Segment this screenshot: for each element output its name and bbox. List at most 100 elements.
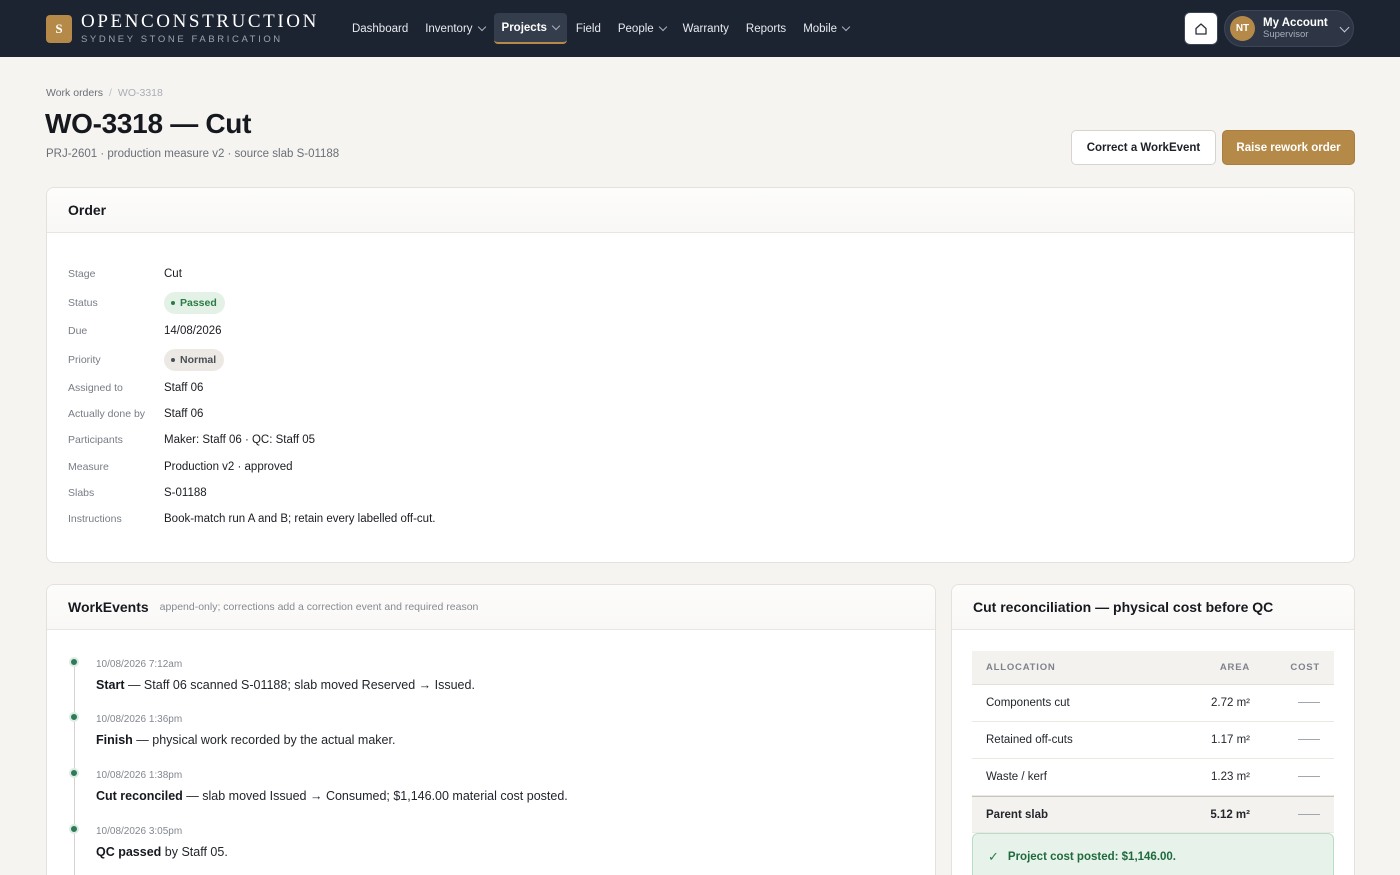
nav-item-label: Projects (501, 21, 547, 34)
workevents-note: append-only; corrections add a correctio… (159, 601, 479, 613)
field-label: Assigned to (68, 382, 123, 394)
field-value: Staff 06 (164, 382, 204, 394)
workevents-card: WorkEvents append-only; corrections add … (46, 584, 936, 875)
status-badge: Passed (164, 292, 225, 314)
brand-subtitle: SYDNEY STONE FABRICATION (81, 34, 283, 46)
dot-icon (171, 301, 175, 305)
cost-posted-notice: ✓ Project cost posted: $1,146.00. (972, 833, 1334, 875)
field-value: Staff 06 (164, 408, 204, 420)
field-value: Production v2 · approved (164, 461, 293, 473)
brand[interactable]: S OPENCONSTRUCTION SYDNEY STONE FABRICAT… (46, 12, 319, 45)
field-stage: Stage Cut (68, 268, 182, 280)
workevent-text: Finish — physical work recorded by the a… (96, 733, 395, 747)
check-icon: ✓ (988, 849, 999, 864)
field-label: Instructions (68, 513, 122, 525)
cost-cell (1250, 697, 1320, 709)
workevent-desc: — physical work recorded by the actual m… (132, 733, 396, 747)
cost-cell (1250, 734, 1320, 746)
timeline-dot-icon (69, 768, 79, 778)
nav-item-label: Dashboard (351, 22, 409, 35)
workevent-name: Cut reconciled (96, 789, 183, 803)
breadcrumb-parent-link[interactable]: Work orders (46, 87, 103, 99)
workevent-desc: by Staff 05. (161, 845, 228, 859)
field-participants: Participants Maker: Staff 06 · QC: Staff… (68, 434, 315, 446)
table-row: Components cut 2.72 m² (972, 685, 1334, 722)
dot-icon (171, 358, 175, 362)
area-cell: 1.17 m² (1211, 734, 1250, 746)
nav-item-field[interactable]: Field (568, 13, 609, 44)
field-label: Priority (68, 354, 101, 366)
cost-cell (1250, 809, 1320, 821)
workevents-title: WorkEvents (68, 599, 149, 615)
column-header-area: AREA (1219, 662, 1250, 673)
top-navigation-bar: S OPENCONSTRUCTION SYDNEY STONE FABRICAT… (0, 0, 1400, 57)
dash-icon (1298, 739, 1320, 741)
field-label: Actually done by (68, 408, 146, 420)
table-row: Retained off-cuts 1.17 m² (972, 722, 1334, 759)
order-card-title: Order (68, 202, 107, 218)
chevron-down-icon (551, 21, 561, 31)
nav-item-inventory[interactable]: Inventory (417, 13, 492, 44)
workevent-text: Start — Staff 06 scanned S-01188; slab m… (96, 678, 475, 692)
home-button[interactable] (1184, 12, 1218, 45)
nav-item-label: Mobile (803, 22, 838, 35)
field-status: Status Passed (68, 292, 225, 314)
breadcrumb-current: WO-3318 (117, 87, 163, 99)
cut-reconciliation-card: Cut reconciliation — physical cost befor… (951, 584, 1355, 875)
area-cell: 2.72 m² (1211, 697, 1250, 709)
workevent-time: 10/08/2026 7:12am (96, 659, 183, 670)
field-label: Stage (68, 268, 96, 280)
dash-icon (1298, 702, 1320, 704)
allocation-cell: Retained off-cuts (986, 734, 1073, 746)
chevron-down-icon (1339, 22, 1350, 32)
workevent-name: Finish (96, 733, 133, 747)
field-label: Measure (68, 461, 109, 473)
page-subtitle: PRJ-2601 · production measure v2 · sourc… (46, 148, 340, 160)
column-header-allocation: ALLOCATION (986, 662, 1056, 673)
field-value: 14/08/2026 (164, 325, 222, 337)
allocation-cell: Components cut (986, 697, 1070, 709)
brand-logo: S (46, 14, 72, 43)
nav-item-dashboard[interactable]: Dashboard (344, 13, 416, 44)
field-label: Participants (68, 434, 123, 446)
priority-badge-label: Normal (180, 354, 217, 366)
field-measure: Measure Production v2 · approved (68, 461, 293, 473)
nav-item-label: Inventory (425, 22, 473, 35)
cost-posted-text: Project cost posted: $1,146.00. (1007, 851, 1177, 863)
workevent-desc: — Staff 06 scanned S-01188; slab moved R… (124, 678, 475, 692)
table-header: ALLOCATION AREA COST (972, 651, 1334, 685)
raise-rework-order-button[interactable]: Raise rework order (1222, 130, 1355, 165)
area-cell: 5.12 m² (1210, 808, 1250, 821)
field-instructions: Instructions Book-match run A and B; ret… (68, 513, 435, 525)
field-label: Slabs (68, 487, 95, 499)
field-slabs: Slabs S-01188 (68, 487, 207, 499)
nav-item-label: Field (575, 22, 601, 35)
priority-badge: Normal (164, 349, 225, 371)
nav-item-warranty[interactable]: Warranty (675, 13, 737, 44)
account-menu[interactable]: NT My Account Supervisor (1224, 10, 1354, 47)
account-name: My Account (1263, 16, 1328, 29)
timeline-dot-icon (69, 712, 79, 722)
workevent-desc: — slab moved Issued → Consumed; $1,146.0… (182, 789, 568, 803)
workevent-name: Start (96, 678, 125, 692)
cost-cell (1250, 771, 1320, 783)
nav-item-reports[interactable]: Reports (738, 13, 794, 44)
area-cell: 1.23 m² (1211, 771, 1250, 783)
main-nav: Dashboard Inventory Projects Field Peopl… (344, 13, 858, 44)
field-label: Due (68, 325, 88, 337)
table-row: Waste / kerf 1.23 m² (972, 759, 1334, 796)
field-label: Status (68, 297, 98, 309)
timeline-dot-icon (69, 824, 79, 834)
dash-icon (1298, 813, 1320, 815)
chevron-down-icon (658, 22, 667, 32)
nav-item-projects[interactable]: Projects (493, 13, 567, 44)
field-value: Book-match run A and B; retain every lab… (164, 513, 436, 525)
nav-item-people[interactable]: People (610, 13, 674, 44)
status-badge-label: Passed (180, 297, 217, 309)
field-value[interactable]: S-01188 (164, 487, 207, 499)
field-value: Cut (164, 268, 182, 280)
field-due: Due 14/08/2026 (68, 325, 222, 337)
nav-item-mobile[interactable]: Mobile (795, 13, 857, 44)
nav-item-label: Warranty (682, 22, 729, 35)
correct-workevent-button[interactable]: Correct a WorkEvent (1071, 130, 1216, 165)
